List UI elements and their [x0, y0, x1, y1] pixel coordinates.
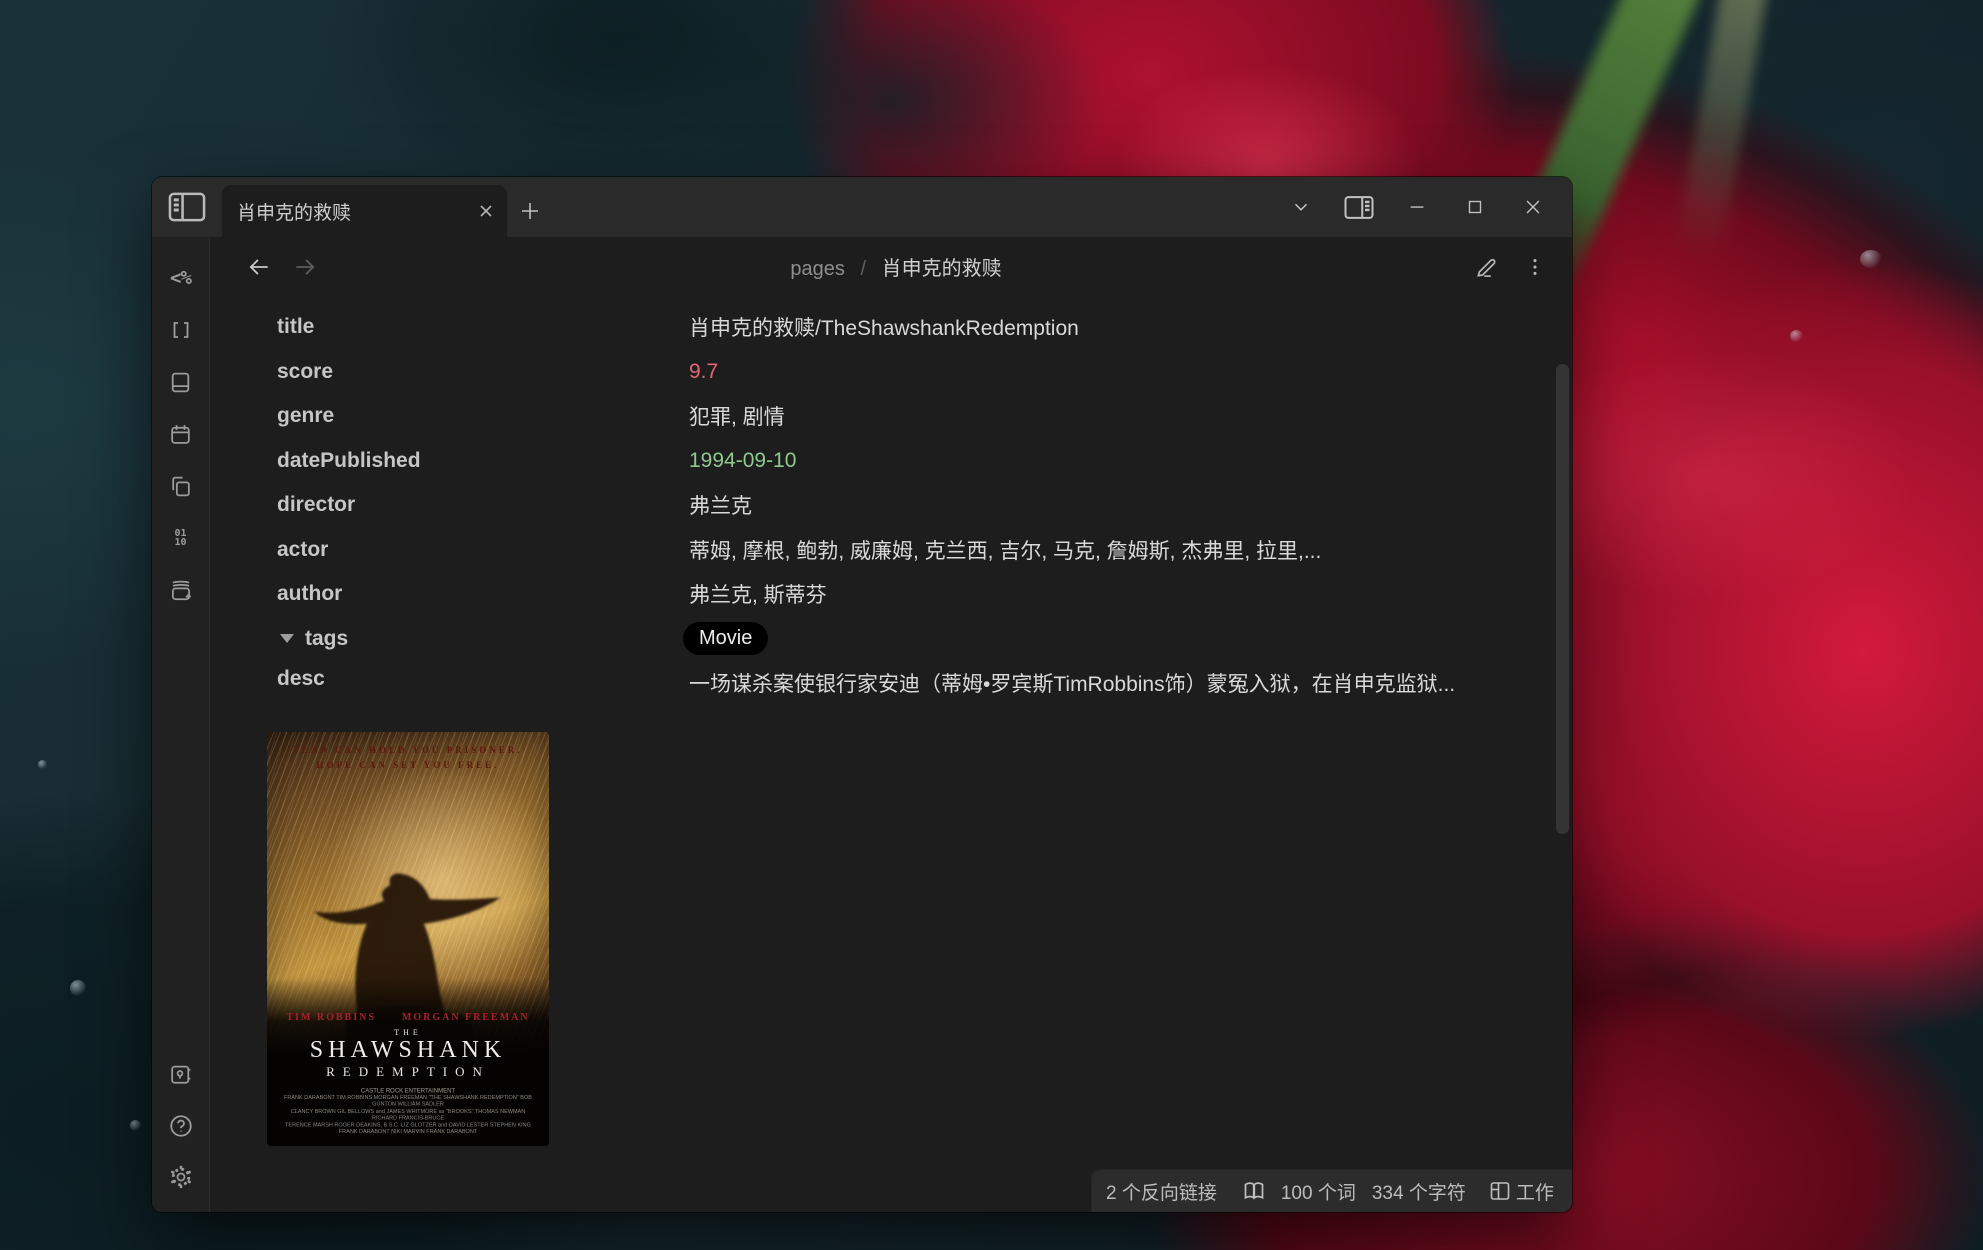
backlink-count[interactable]: 2 个反向链接	[1106, 1178, 1217, 1205]
poster-star-name: TIM ROBBINS	[286, 1012, 376, 1023]
panel-right-icon	[1344, 195, 1374, 220]
attr-value[interactable]: 犯罪, 剧情	[689, 401, 785, 431]
open-book-icon	[1241, 1179, 1267, 1203]
attr-row-tags: tags Movie	[277, 617, 1572, 662]
notebook-icon[interactable]	[168, 369, 194, 395]
tag-pill-movie[interactable]: Movie	[683, 622, 768, 655]
safe-storage-icon[interactable]	[168, 1062, 194, 1088]
wallpaper-stem	[1674, 0, 1771, 262]
movie-poster-image[interactable]: FEAR CAN HOLD YOU PRISONER. HOPE CAN SET…	[267, 732, 549, 1146]
collapse-triangle-icon[interactable]	[280, 634, 294, 643]
poster-credits: CASTLE ROCK ENTERTAINMENT FRANK DARABONT…	[278, 1088, 537, 1136]
attribute-table: title 肖申克的救赎/TheShawshankRedemption scor…	[277, 305, 1572, 706]
template-icon[interactable]: <%	[168, 265, 194, 291]
word-count: 100 个词	[1281, 1178, 1356, 1205]
poster-tagline: FEAR CAN HOLD YOU PRISONER. HOPE CAN SET…	[267, 743, 549, 773]
attr-key[interactable]: tags	[305, 627, 348, 651]
more-options-kebab-icon[interactable]	[1524, 255, 1546, 279]
attr-key[interactable]: author	[277, 582, 689, 606]
char-count: 334 个字符	[1372, 1178, 1466, 1205]
binary-values-icon[interactable]: 01 10	[168, 525, 194, 551]
plus-icon	[519, 200, 541, 222]
attr-value[interactable]: 弗兰克, 斯蒂芬	[689, 579, 827, 609]
attr-key[interactable]: actor	[277, 538, 689, 562]
attr-key[interactable]: title	[277, 315, 689, 339]
attr-value[interactable]: 蒂姆, 摩根, 鲍勃, 威廉姆, 克兰西, 吉尔, 马克, 詹姆斯, 杰弗里, …	[689, 535, 1321, 565]
maximize-icon	[1464, 196, 1486, 218]
chevron-down-icon	[1290, 196, 1312, 218]
attr-value[interactable]: 一场谋杀案使银行家安迪（蒂姆•罗宾斯TimRobbins饰）蒙冤入狱，在肖申克监…	[689, 667, 1455, 702]
title-bar[interactable]: 肖申克的救赎	[152, 177, 1572, 237]
new-tab-button[interactable]	[507, 185, 553, 237]
attr-row-title: title 肖申克的救赎/TheShawshankRedemption	[277, 305, 1572, 350]
minimize-icon	[1406, 196, 1428, 218]
minimize-button[interactable]	[1388, 177, 1446, 237]
attr-value-number[interactable]: 9.7	[689, 360, 718, 384]
breadcrumb: pages / 肖申克的救赎	[318, 252, 1474, 281]
breadcrumb-separator: /	[860, 258, 866, 280]
vertical-scrollbar-thumb[interactable]	[1556, 364, 1569, 834]
attr-key[interactable]: director	[277, 493, 689, 517]
close-window-button[interactable]	[1504, 177, 1562, 237]
copy-documents-icon[interactable]	[168, 473, 194, 499]
bracket-widget-icon[interactable]	[168, 317, 194, 343]
attr-value[interactable]: 肖申克的救赎/TheShawshankRedemption	[689, 312, 1079, 342]
editor-area: pages / 肖申克的救赎	[210, 237, 1572, 1212]
app-window: 肖申克的救赎	[152, 177, 1572, 1212]
tab-title: 肖申克的救赎	[237, 198, 469, 225]
split-view-button[interactable]	[1330, 177, 1388, 237]
attr-value-date[interactable]: 1994-09-10	[689, 449, 796, 473]
attr-key[interactable]: datePublished	[277, 449, 689, 473]
poster-billing-block: TIM ROBBINS MORGAN FREEMAN THE SHAWSHANK…	[267, 978, 549, 1146]
poster-title-main: SHAWSHANK	[267, 1038, 549, 1062]
flashcard-add-icon[interactable]	[168, 577, 194, 603]
panel-left-icon	[168, 192, 206, 222]
document-header: pages / 肖申克的救赎	[210, 237, 1572, 296]
workspace-name: 工作	[1516, 1178, 1554, 1205]
attr-row-actor: actor 蒂姆, 摩根, 鲍勃, 威廉姆, 克兰西, 吉尔, 马克, 詹姆斯,…	[277, 528, 1572, 573]
dock-toggle-button[interactable]	[152, 177, 222, 237]
attr-key[interactable]: score	[277, 360, 689, 384]
wallpaper-droplet	[1790, 330, 1803, 342]
workspace-switcher[interactable]: 工作	[1488, 1178, 1554, 1205]
tab-close-icon[interactable]	[477, 202, 495, 220]
attr-key[interactable]: genre	[277, 404, 689, 428]
forward-arrow-icon[interactable]	[292, 254, 318, 280]
breadcrumb-current[interactable]: 肖申克的救赎	[882, 258, 1002, 280]
back-arrow-icon[interactable]	[246, 254, 272, 280]
tab-menu-button[interactable]	[1272, 177, 1330, 237]
wallpaper-droplet	[1860, 250, 1882, 268]
wallpaper-droplet	[38, 760, 47, 769]
attr-key[interactable]: desc	[277, 667, 689, 691]
close-icon	[1522, 196, 1544, 218]
attr-row-director: director 弗兰克	[277, 483, 1572, 528]
attr-row-score: score 9.7	[277, 350, 1572, 395]
wallpaper-droplet	[70, 980, 86, 996]
poster-title-sub: REDEMPTION	[267, 1064, 549, 1080]
status-bar: 2 个反向链接 100 个词 334 个字符 工作	[1092, 1170, 1572, 1212]
poster-title-the: THE	[267, 1028, 549, 1037]
calendar-icon[interactable]	[168, 421, 194, 447]
attr-row-desc: desc 一场谋杀案使银行家安迪（蒂姆•罗宾斯TimRobbins饰）蒙冤入狱，…	[277, 661, 1572, 706]
attr-row-datepublished: datePublished 1994-09-10	[277, 439, 1572, 484]
workspace-layout-icon	[1488, 1179, 1512, 1203]
attr-row-author: author 弗兰克, 斯蒂芬	[277, 572, 1572, 617]
wallpaper-droplet	[130, 1120, 141, 1131]
help-icon[interactable]	[168, 1113, 194, 1139]
attr-value[interactable]: 弗兰克	[689, 490, 752, 520]
left-dock: <%	[152, 237, 210, 1212]
breadcrumb-parent[interactable]: pages	[790, 258, 845, 280]
attr-row-genre: genre 犯罪, 剧情	[277, 394, 1572, 439]
poster-star-name: MORGAN FREEMAN	[402, 1012, 530, 1023]
document-tab[interactable]: 肖申克的救赎	[222, 185, 507, 237]
settings-gear-icon[interactable]	[168, 1164, 194, 1190]
maximize-button[interactable]	[1446, 177, 1504, 237]
edit-pencil-icon[interactable]	[1474, 254, 1500, 280]
